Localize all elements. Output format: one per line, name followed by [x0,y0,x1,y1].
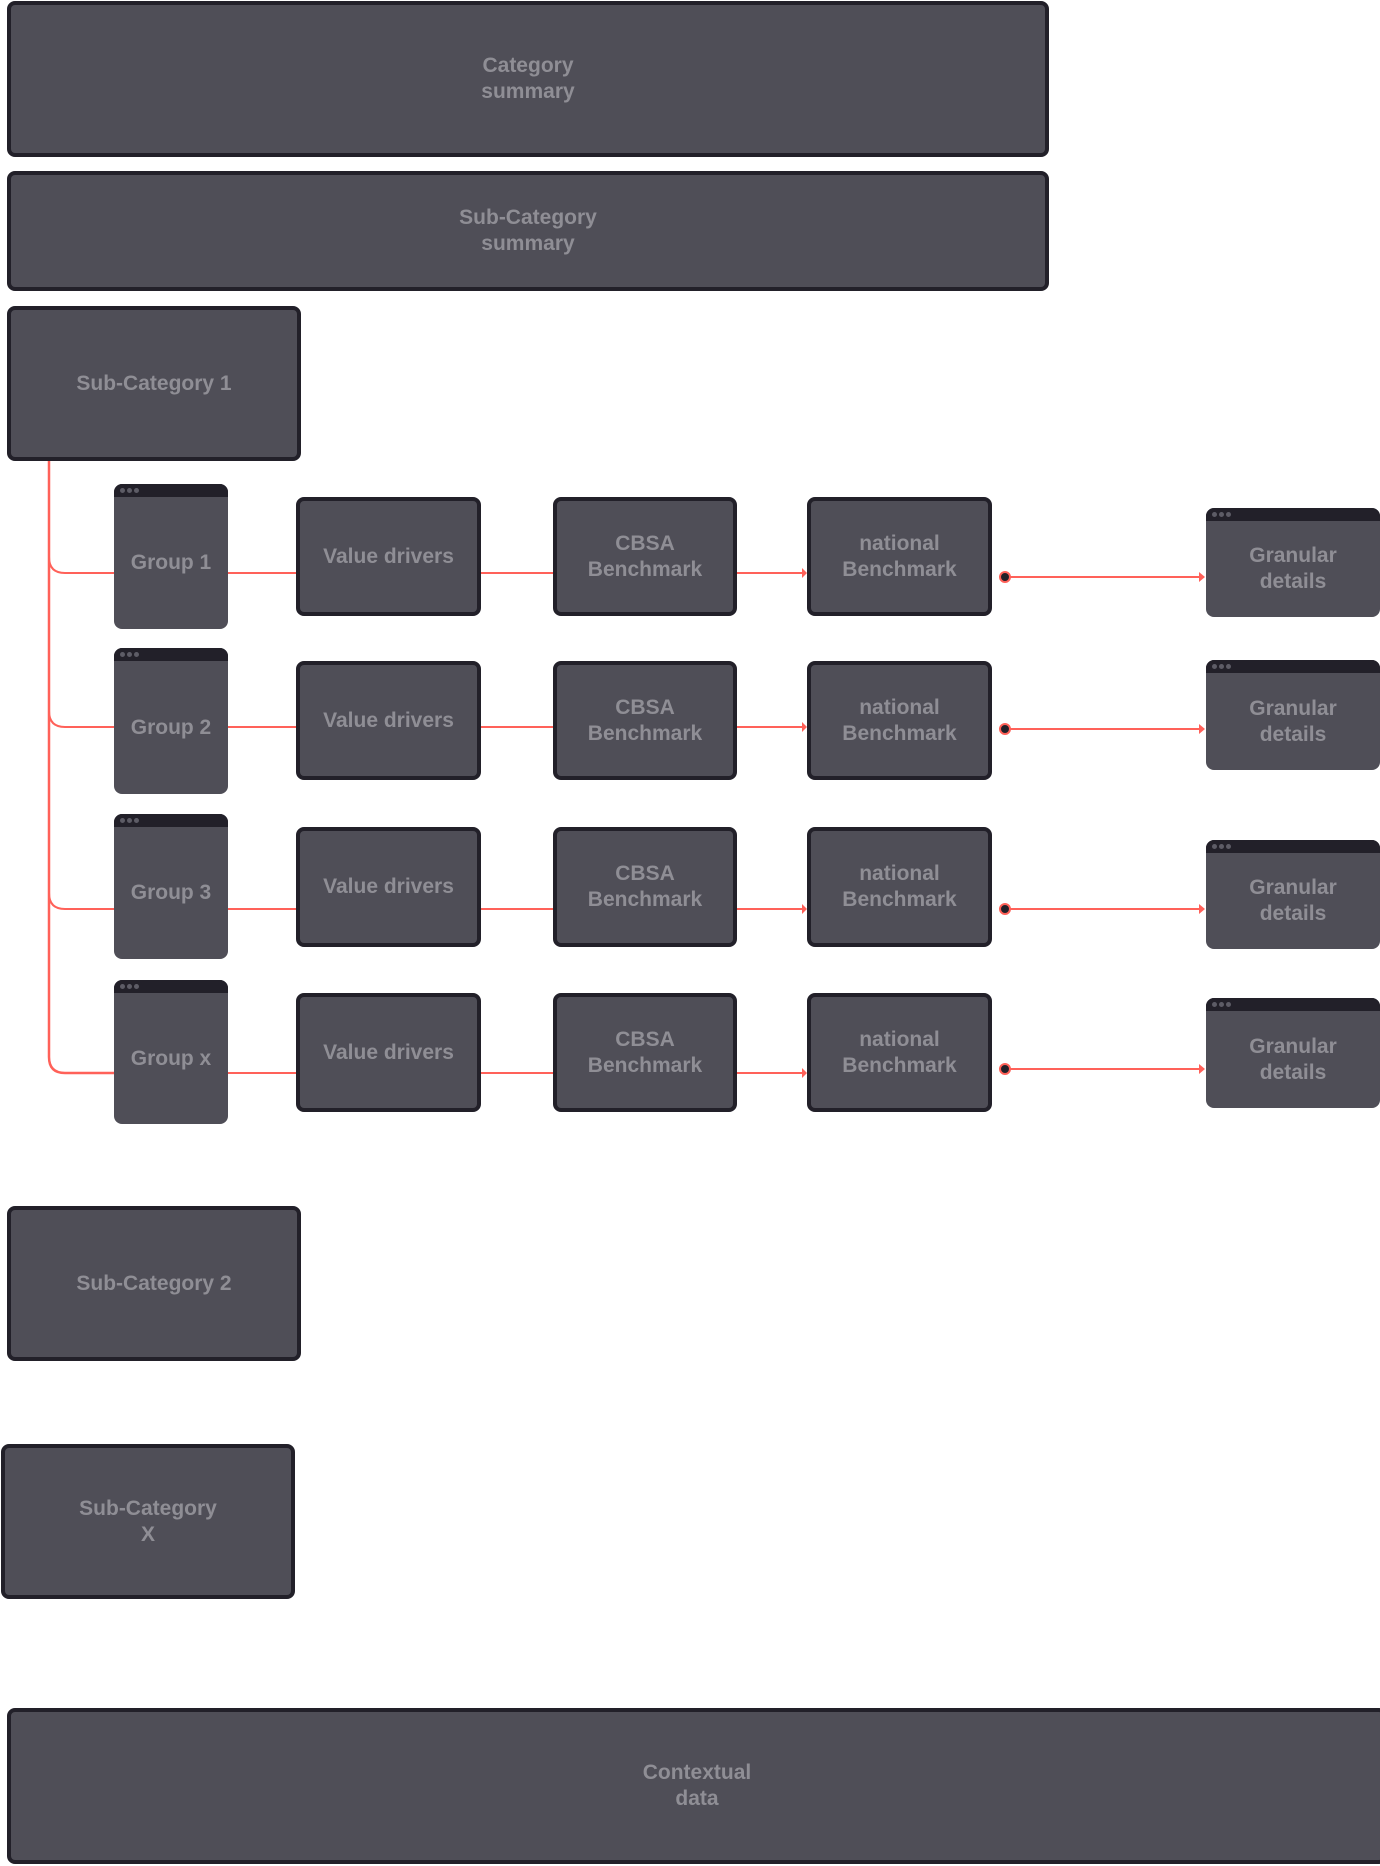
dot-icon [127,652,132,657]
value-drivers-box[interactable]: Value drivers [296,497,481,616]
dot-icon [1219,664,1224,669]
dot-icon [1212,844,1217,849]
arrowhead-icon [1199,572,1205,582]
granular-details-box-label: Granular details [1249,1034,1337,1084]
window-titlebar [114,648,228,661]
value-drivers-box[interactable]: Value drivers [296,993,481,1112]
dot-icon [1226,664,1231,669]
window-titlebar [114,484,228,497]
cbsa-benchmark-box[interactable]: CBSA Benchmark [553,661,737,780]
dot-icon [1212,664,1217,669]
window-titlebar [1206,840,1380,853]
connector-dot-icon [999,571,1011,583]
branch-line [48,556,114,574]
trunk-line [47,460,114,1075]
dot-icon [120,488,125,493]
cbsa-benchmark-box[interactable]: CBSA Benchmark [553,497,737,616]
national-benchmark-box[interactable]: national Benchmark [807,497,992,616]
group-box-label: Group x [130,1046,212,1070]
branch-line [48,710,114,728]
dot-icon [1219,844,1224,849]
dot-icon [134,652,139,657]
granular-details-box-label: Granular details [1249,696,1337,746]
arrowhead-icon [1199,724,1205,734]
subcategory-summary[interactable]: Sub-Category summary [7,171,1049,291]
arrowhead-icon [1199,1064,1205,1074]
group-box[interactable]: Group x [114,980,228,1124]
group-box-label: Group 1 [130,551,212,574]
dot-icon [120,984,125,989]
dot-icon [120,818,125,823]
window-titlebar [1206,508,1380,521]
group-box[interactable]: Group 3 [114,814,228,959]
granular-details-box[interactable]: Granular details [1206,508,1380,617]
national-benchmark-box[interactable]: national Benchmark [807,661,992,780]
contextual-data[interactable]: Contextual data [7,1708,1380,1864]
subcategory-1[interactable]: Sub-Category 1 [7,306,301,461]
category-summary[interactable]: Category summary [7,1,1049,157]
dot-icon [1212,512,1217,517]
dot-icon [1226,844,1231,849]
arrowhead-icon [1199,904,1205,914]
cbsa-benchmark-box[interactable]: CBSA Benchmark [553,827,737,947]
granular-details-box-label: Granular details [1249,544,1337,593]
value-drivers-box[interactable]: Value drivers [296,827,481,947]
dot-icon [127,818,132,823]
subcategory-x[interactable]: Sub-Category X [1,1444,295,1599]
dot-icon [127,488,132,493]
national-benchmark-box[interactable]: national Benchmark [807,827,992,947]
dot-icon [1212,1002,1217,1007]
dot-icon [134,818,139,823]
dot-icon [1226,512,1231,517]
window-titlebar [1206,660,1380,673]
connector-dot-icon [999,903,1011,915]
branch-line [48,892,114,910]
window-titlebar [114,980,228,993]
dot-icon [127,984,132,989]
connector-dot-icon [999,1063,1011,1075]
group-box[interactable]: Group 2 [114,648,228,794]
dot-icon [1226,1002,1231,1007]
subcategory-2[interactable]: Sub-Category 2 [7,1206,301,1361]
group-box-label: Group 3 [130,881,212,904]
national-benchmark-box[interactable]: national Benchmark [807,993,992,1112]
group-box[interactable]: Group 1 [114,484,228,629]
dot-icon [1219,1002,1224,1007]
cbsa-benchmark-box[interactable]: CBSA Benchmark [553,993,737,1112]
value-drivers-box[interactable]: Value drivers [296,661,481,780]
granular-details-box[interactable]: Granular details [1206,840,1380,949]
dot-icon [134,984,139,989]
dot-icon [1219,512,1224,517]
dot-icon [134,488,139,493]
window-titlebar [114,814,228,827]
connector-dot-icon [999,723,1011,735]
dot-icon [120,652,125,657]
window-titlebar [1206,998,1380,1011]
group-box-label: Group 2 [130,715,212,739]
granular-details-box[interactable]: Granular details [1206,998,1380,1108]
granular-details-box[interactable]: Granular details [1206,660,1380,770]
granular-details-box-label: Granular details [1249,876,1337,925]
